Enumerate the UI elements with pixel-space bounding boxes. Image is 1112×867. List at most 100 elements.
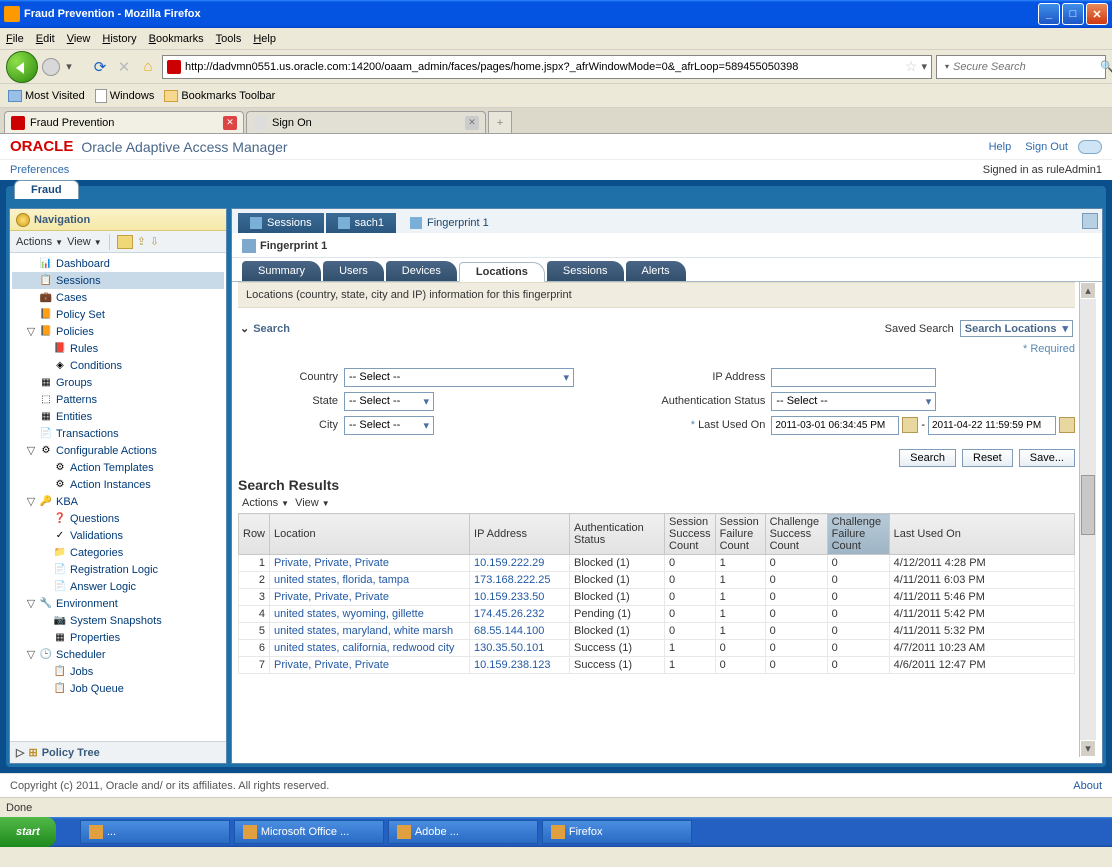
search-dropdown-icon[interactable]: ▾ — [945, 62, 949, 71]
tree-item-configurable-actions[interactable]: ▽⚙Configurable Actions — [12, 442, 224, 459]
ip-link[interactable]: 68.55.144.100 — [474, 625, 544, 637]
date-to-input[interactable] — [928, 416, 1056, 435]
main-tab-sessions[interactable]: Sessions — [238, 213, 324, 233]
panel-options-icon[interactable] — [1082, 213, 1098, 229]
folder-icon[interactable] — [117, 235, 133, 249]
ip-link[interactable]: 10.159.238.123 — [474, 659, 550, 671]
nav-actions-menu[interactable]: Actions ▼ — [16, 236, 63, 248]
country-select[interactable]: -- Select --▾ — [344, 368, 574, 387]
taskbar-item[interactable]: Microsoft Office ... — [234, 820, 384, 844]
ip-input[interactable] — [771, 368, 936, 387]
menu-history[interactable]: History — [102, 33, 136, 45]
bookmark-windows[interactable]: Windows — [95, 89, 155, 103]
tree-item-conditions[interactable]: ◈Conditions — [12, 357, 224, 374]
expand-icon[interactable]: ▽ — [26, 495, 36, 508]
location-link[interactable]: united states, maryland, white marsh — [274, 625, 453, 637]
ip-link[interactable]: 174.45.26.232 — [474, 608, 544, 620]
subtab-summary[interactable]: Summary — [242, 261, 321, 281]
subtab-alerts[interactable]: Alerts — [626, 261, 686, 281]
start-button[interactable]: start — [0, 817, 56, 847]
table-row[interactable]: 4united states, wyoming, gillette174.45.… — [239, 606, 1075, 623]
location-link[interactable]: Private, Private, Private — [274, 591, 389, 603]
tree-item-registration-logic[interactable]: 📄Registration Logic — [12, 561, 224, 578]
bookmark-most-visited[interactable]: Most Visited — [8, 90, 85, 102]
taskbar-item[interactable]: ... — [80, 820, 230, 844]
search-input[interactable] — [953, 61, 1096, 73]
location-link[interactable]: Private, Private, Private — [274, 659, 389, 671]
calendar-icon[interactable] — [902, 417, 918, 433]
table-row[interactable]: 7Private, Private, Private10.159.238.123… — [239, 657, 1075, 674]
tree-item-job-queue[interactable]: 📋Job Queue — [12, 680, 224, 697]
results-actions-menu[interactable]: Actions ▼ — [242, 497, 289, 509]
browser-tab-active[interactable]: Fraud Prevention ✕ — [4, 111, 244, 133]
forward-button[interactable] — [42, 58, 60, 76]
tree-item-properties[interactable]: ▦Properties — [12, 629, 224, 646]
menu-bookmarks[interactable]: Bookmarks — [149, 33, 204, 45]
tree-item-transactions[interactable]: 📄Transactions — [12, 425, 224, 442]
results-view-menu[interactable]: View ▼ — [295, 497, 330, 509]
col-session-success-count[interactable]: Session Success Count — [665, 514, 716, 555]
minimize-button[interactable]: _ — [1038, 3, 1060, 25]
bookmark-toolbar-folder[interactable]: Bookmarks Toolbar — [164, 90, 275, 102]
tree-item-policy-set[interactable]: 📙Policy Set — [12, 306, 224, 323]
menu-help[interactable]: Help — [253, 33, 276, 45]
location-link[interactable]: united states, wyoming, gillette — [274, 608, 424, 620]
scroll-down-icon[interactable]: ▾ — [1080, 740, 1096, 757]
location-link[interactable]: united states, florida, tampa — [274, 574, 409, 586]
browser-tab-inactive[interactable]: Sign On ✕ — [246, 111, 486, 133]
save-button[interactable]: Save... — [1019, 449, 1075, 467]
workspace-tab-fraud[interactable]: Fraud — [14, 180, 79, 199]
city-select[interactable]: -- Select --▾ — [344, 416, 434, 435]
history-dropdown[interactable]: ▾ — [64, 57, 74, 77]
tree-item-patterns[interactable]: ⬚Patterns — [12, 391, 224, 408]
col-last-used-on[interactable]: Last Used On — [889, 514, 1074, 555]
tree-item-dashboard[interactable]: 📊Dashboard — [12, 255, 224, 272]
tree-item-system-snapshots[interactable]: 📷System Snapshots — [12, 612, 224, 629]
search-bar[interactable]: ▾ 🔍 — [936, 55, 1106, 79]
menu-view[interactable]: View — [67, 33, 91, 45]
maximize-button[interactable]: □ — [1062, 3, 1084, 25]
tree-item-jobs[interactable]: 📋Jobs — [12, 663, 224, 680]
tree-item-scheduler[interactable]: ▽🕒Scheduler — [12, 646, 224, 663]
main-tab-sach1[interactable]: sach1 — [326, 213, 396, 233]
taskbar-item[interactable]: Firefox — [542, 820, 692, 844]
tree-item-sessions[interactable]: 📋Sessions — [12, 272, 224, 289]
calendar-icon[interactable] — [1059, 417, 1075, 433]
signout-link[interactable]: Sign Out — [1025, 141, 1068, 153]
tree-item-cases[interactable]: 💼Cases — [12, 289, 224, 306]
search-button[interactable]: Search — [899, 449, 956, 467]
reset-button[interactable]: Reset — [962, 449, 1013, 467]
tree-item-kba[interactable]: ▽🔑KBA — [12, 493, 224, 510]
expand-icon[interactable]: ▽ — [26, 444, 36, 457]
tree-item-validations[interactable]: ✓Validations — [12, 527, 224, 544]
ip-link[interactable]: 130.35.50.101 — [474, 642, 544, 654]
reload-button[interactable]: ⟳ — [90, 57, 110, 77]
tree-item-categories[interactable]: 📁Categories — [12, 544, 224, 561]
date-from-input[interactable] — [771, 416, 899, 435]
url-bar[interactable]: ☆ ▾ — [162, 55, 932, 79]
nav-tool-icon[interactable]: ⇪ — [137, 235, 146, 248]
tree-item-entities[interactable]: ▦Entities — [12, 408, 224, 425]
saved-search-select[interactable]: Search Locations ▾ — [960, 320, 1073, 337]
location-link[interactable]: united states, california, redwood city — [274, 642, 454, 654]
site-identity-icon[interactable] — [167, 60, 181, 74]
tree-item-action-templates[interactable]: ⚙Action Templates — [12, 459, 224, 476]
back-button[interactable] — [6, 51, 38, 83]
nav-footer-policy-tree[interactable]: ▷ ⊞ Policy Tree — [10, 741, 226, 763]
main-tab-fingerprint-1[interactable]: Fingerprint 1 — [398, 213, 501, 233]
subtab-sessions[interactable]: Sessions — [547, 261, 624, 281]
search-go-icon[interactable]: 🔍 — [1100, 60, 1112, 73]
ip-link[interactable]: 173.168.222.25 — [474, 574, 550, 586]
scroll-up-icon[interactable]: ▴ — [1080, 282, 1096, 299]
url-dropdown-icon[interactable]: ▾ — [921, 60, 927, 73]
subtab-users[interactable]: Users — [323, 261, 384, 281]
state-select[interactable]: -- Select --▾ — [344, 392, 434, 411]
tree-item-questions[interactable]: ❓Questions — [12, 510, 224, 527]
nav-view-menu[interactable]: View ▼ — [67, 236, 102, 248]
col-location[interactable]: Location — [270, 514, 470, 555]
table-row[interactable]: 5united states, maryland, white marsh68.… — [239, 623, 1075, 640]
expand-icon[interactable]: ▽ — [26, 325, 36, 338]
url-input[interactable] — [185, 61, 901, 73]
new-tab-button[interactable]: + — [488, 111, 512, 133]
home-button[interactable]: ⌂ — [138, 57, 158, 77]
